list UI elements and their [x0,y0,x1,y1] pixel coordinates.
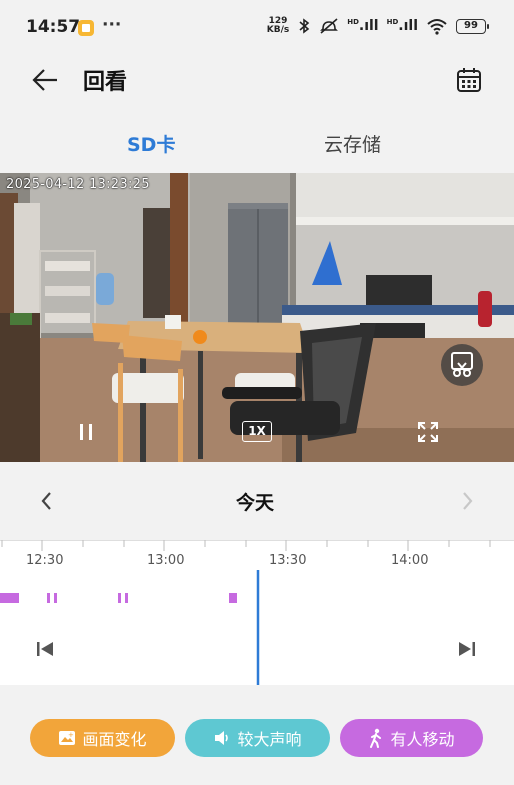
timeline-tick-label: 13:00 [147,553,185,568]
status-bar: 14:57 ··· 129 KB/s HD.ıll HD.ıll 99 [0,0,514,58]
previous-day-button[interactable] [36,488,58,514]
event-segment[interactable] [47,593,50,603]
skip-previous-icon [37,642,53,656]
camera-feed-image [0,173,514,462]
timeline-tick-label: 12:30 [26,553,64,568]
recording-timeline[interactable]: 12:30 13:00 13:30 14:00 [0,540,514,685]
more-notifications-indicator: ··· [102,15,122,35]
clip-button[interactable] [441,344,483,386]
next-day-button[interactable] [456,488,478,514]
filter-person-moving-label: 有人移动 [390,730,455,749]
battery-icon: 99 [456,18,489,34]
page-title: 回看 [83,70,128,95]
date-label: 今天 [236,492,275,514]
video-timestamp: 2025-04-12 13:23:25 [6,177,150,192]
event-filter-bar: + 画面变化 较大声响 有人移动 [0,685,514,785]
timeline-ruler [0,540,514,551]
timeline-tick-label: 13:30 [269,553,307,568]
chevron-left-icon [41,492,51,510]
event-segment[interactable] [54,593,57,603]
app-notification-icon [78,20,94,36]
event-segment[interactable] [0,593,19,603]
signal-icon: HD.ıll [386,18,418,34]
date-navigation: 今天 [0,462,514,540]
fullscreen-icon [418,422,438,442]
video-player[interactable]: 2025-04-12 13:23:25 1X [0,173,514,462]
filter-image-change-label: 画面变化 [82,730,147,749]
pause-icon [80,424,83,440]
scissors-icon [451,352,473,377]
speaker-icon [215,731,229,745]
playback-speed-button[interactable]: 1X [242,421,272,442]
fullscreen-button[interactable] [416,420,440,444]
status-time: 14:57 [26,17,81,37]
bluetooth-icon [299,18,310,34]
filter-loud-sound-button[interactable]: 较大声响 [185,719,330,757]
tab-sd-card[interactable]: SD卡 [127,130,175,157]
filter-person-moving-button[interactable]: 有人移动 [340,719,483,757]
skip-to-previous-button[interactable] [34,639,56,659]
back-arrow-icon [32,69,57,91]
svg-text:+: + [68,731,74,739]
signal-icon: HD.ıll [347,18,379,34]
calendar-icon [457,68,481,92]
image-change-icon: + [59,731,76,745]
timeline-track[interactable] [0,540,514,685]
network-speed: 129 KB/s [267,17,289,35]
storage-tabs: SD卡 云存储 [0,118,514,168]
walking-person-icon [370,728,382,748]
event-segment[interactable] [118,593,121,603]
skip-to-next-button[interactable] [456,639,478,659]
event-segment[interactable] [229,593,237,603]
header: 回看 [0,58,514,102]
network-speed-unit: KB/s [266,25,290,35]
chevron-right-icon [463,492,473,510]
pause-button[interactable] [76,422,96,442]
back-button[interactable] [30,66,60,94]
skip-next-icon [459,642,475,656]
filter-image-change-button[interactable]: + 画面变化 [30,719,175,757]
wifi-icon [427,19,447,35]
event-segment[interactable] [125,593,128,603]
pause-icon [89,424,92,440]
tab-cloud-storage[interactable]: 云存储 [324,130,381,157]
mute-icon [320,18,339,34]
filter-loud-sound-label: 较大声响 [237,730,302,749]
calendar-button[interactable] [456,66,482,94]
timeline-tick-label: 14:00 [391,553,429,568]
